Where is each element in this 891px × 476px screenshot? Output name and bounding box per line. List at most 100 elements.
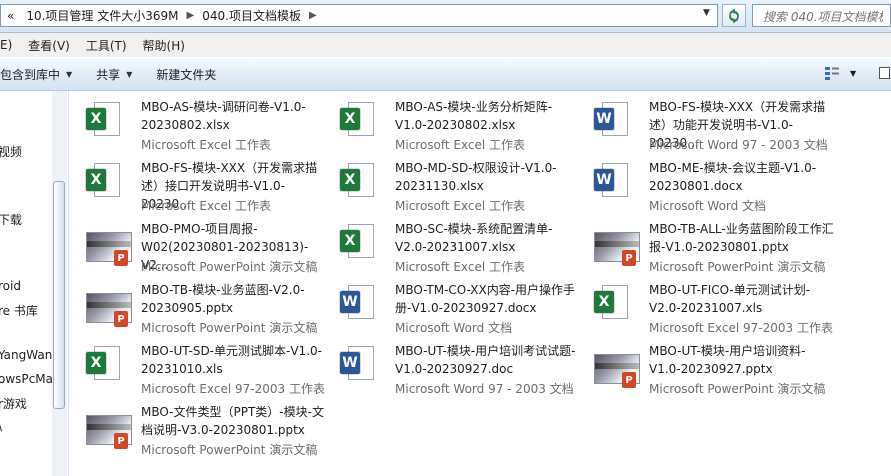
excel-badge: X — [594, 291, 614, 313]
address-bar[interactable]: « 10.项目管理 文件大小369M ▶ 040.项目文档模板 ▶ — [0, 4, 718, 27]
menu-help[interactable]: 帮助(H) — [135, 37, 193, 54]
file-name: MBO-AS-模块-业务分析矩阵-V1.0-20230802.xlsx — [395, 100, 553, 132]
nav-item[interactable]: roid — [0, 279, 21, 293]
include-in-library-label: 包含到库中 — [0, 67, 61, 82]
file-tile[interactable]: P MBO-文件类型（PPT类）-模块-文档说明-V3.0-20230801.p… — [80, 401, 330, 459]
nav-item[interactable]: 下载 — [0, 211, 22, 228]
file-type: Microsoft PowerPoint 演示文稿 — [649, 382, 826, 396]
file-tile[interactable]: X MBO-AS-模块-业务分析矩阵-V1.0-20230802.xlsx Mi… — [334, 96, 584, 154]
file-type: Microsoft Excel 工作表 — [395, 199, 526, 213]
file-tile[interactable]: W MBO-UT-模块-用户培训考试试题-V1.0-20230927.doc M… — [334, 340, 584, 398]
refresh-button[interactable] — [722, 4, 746, 27]
ppt-badge: P — [114, 250, 128, 266]
file-tile[interactable]: P MBO-PMO-项目周报-W02(20230801-20230813)-V2… — [80, 218, 330, 276]
file-type: Microsoft PowerPoint 演示文稿 — [141, 443, 318, 457]
file-type: Microsoft Excel 工作表 — [141, 138, 272, 152]
ppt-badge: P — [622, 372, 636, 388]
chevron-down-icon: ▼ — [850, 68, 857, 78]
nav-scrollbar-thumb[interactable] — [53, 181, 65, 409]
word-badge: W — [594, 108, 614, 130]
file-name: MBO-UT-模块-用户培训资料-V1.0-20230927.pptx — [649, 344, 806, 376]
file-name: MBO-AS-模块-调研问卷-V1.0-20230802.xlsx — [141, 100, 306, 132]
new-folder-button[interactable]: 新建文件夹 — [144, 66, 228, 83]
file-tile[interactable]: P MBO-TB-模块-业务蓝图-V2.0-20230905.pptx Micr… — [80, 279, 330, 337]
menu-view[interactable]: 查看(V) — [20, 37, 78, 54]
word-badge: W — [340, 291, 360, 313]
word-file-icon: W — [588, 163, 640, 209]
view-options-icon — [825, 67, 839, 80]
file-type: Microsoft Excel 97-2003 工作表 — [649, 321, 833, 335]
ppt-file-icon: P — [80, 224, 132, 270]
address-row: « 10.项目管理 文件大小369M ▶ 040.项目文档模板 ▶ ▼ — [0, 0, 891, 33]
file-tile[interactable]: W MBO-TM-CO-XX内容-用户操作手册-V1.0-20230927.do… — [334, 279, 584, 337]
include-in-library-button[interactable]: 包含到库中 ▼ — [0, 66, 84, 83]
file-type: Microsoft Word 文档 — [395, 321, 513, 335]
file-tile[interactable]: P MBO-UT-模块-用户培训资料-V1.0-20230927.pptx Mi… — [588, 340, 838, 398]
file-tile[interactable]: W MBO-ME-模块-会议主题-V1.0-20230801.docx Micr… — [588, 157, 838, 215]
word-file-icon: W — [334, 346, 386, 392]
excel-badge: X — [340, 230, 360, 252]
file-name: MBO-MD-SD-权限设计-V1.0-20231130.xlsx — [395, 161, 557, 193]
file-tile[interactable]: W MBO-FS-模块-XXX（开发需求描述）功能开发说明书-V1.0-2023… — [588, 96, 838, 154]
file-tile[interactable]: X MBO-FS-模块-XXX（开发需求描述）接口开发说明书-V1.0-2023… — [80, 157, 330, 215]
excel-file-icon: X — [334, 163, 386, 209]
file-name: MBO-UT-SD-单元测试脚本-V1.0-20231010.xls — [141, 344, 322, 376]
excel-file-icon: X — [588, 285, 640, 331]
file-type: Microsoft Excel 97-2003 工作表 — [141, 382, 325, 396]
refresh-icon — [729, 8, 739, 23]
menu-edit[interactable]: E) — [0, 38, 20, 52]
file-name: MBO-ME-模块-会议主题-V1.0-20230801.docx — [649, 161, 817, 193]
file-type: Microsoft Excel 工作表 — [395, 260, 526, 274]
nav-item[interactable]: \ — [0, 419, 2, 433]
excel-badge: X — [86, 169, 106, 191]
ppt-badge: P — [114, 433, 128, 449]
nav-item[interactable]: 视频 — [0, 143, 22, 160]
preview-pane-button[interactable] — [879, 67, 890, 79]
share-button[interactable]: 共享 ▼ — [84, 66, 144, 83]
file-name: MBO-TB-ALL-业务蓝图阶段工作汇报-V1.0-20230801.pptx — [649, 222, 834, 254]
excel-file-icon: X — [334, 224, 386, 270]
file-type: Microsoft Excel 工作表 — [141, 199, 272, 213]
nav-item[interactable]: re 书库 — [0, 302, 38, 319]
breadcrumb-separator-icon[interactable]: ▶ — [307, 10, 319, 21]
address-dropdown-icon[interactable]: ▼ — [703, 8, 710, 18]
ppt-file-icon: P — [588, 224, 640, 270]
excel-badge: X — [340, 108, 360, 130]
file-type: Microsoft PowerPoint 演示文稿 — [141, 321, 318, 335]
file-type: Microsoft PowerPoint 演示文稿 — [649, 260, 826, 274]
word-badge: W — [594, 169, 614, 191]
file-tile[interactable]: X MBO-MD-SD-权限设计-V1.0-20231130.xlsx Micr… — [334, 157, 584, 215]
file-tile[interactable]: X MBO-SC-模块-系统配置清单-V2.0-20231007.xlsx Mi… — [334, 218, 584, 276]
menu-tools[interactable]: 工具(T) — [78, 37, 135, 54]
file-tile[interactable]: X MBO-UT-FICO-单元测试计划-V2.0-20231007.xls M… — [588, 279, 838, 337]
breadcrumb-2[interactable]: 040.项目文档模板 — [196, 5, 307, 26]
ppt-file-icon: P — [80, 285, 132, 331]
file-type: Microsoft Excel 工作表 — [395, 138, 526, 152]
excel-badge: X — [340, 169, 360, 191]
file-tile[interactable]: X MBO-AS-模块-调研问卷-V1.0-20230802.xlsx Micr… — [80, 96, 330, 154]
breadcrumb-separator-icon[interactable]: ▶ — [185, 10, 197, 21]
file-name: MBO-UT-FICO-单元测试计划-V2.0-20231007.xls — [649, 283, 811, 315]
file-name: MBO-TB-模块-业务蓝图-V2.0-20230905.pptx — [141, 283, 305, 315]
nav-item[interactable]: YangWan — [0, 348, 52, 362]
search-input[interactable] — [761, 6, 885, 27]
nav-item[interactable]: owsPcMa — [0, 372, 53, 386]
search-box[interactable] — [752, 4, 891, 27]
change-view-button[interactable]: ▼ — [824, 66, 856, 80]
file-name: MBO-文件类型（PPT类）-模块-文档说明-V3.0-20230801.ppt… — [141, 405, 324, 437]
back-chevron-icon[interactable]: « — [1, 5, 20, 26]
ppt-file-icon: P — [80, 407, 132, 453]
breadcrumb-1[interactable]: 10.项目管理 文件大小369M — [20, 5, 184, 26]
excel-file-icon: X — [334, 102, 386, 148]
excel-file-icon: X — [80, 163, 132, 209]
chevron-down-icon: ▼ — [126, 69, 133, 79]
file-tile[interactable]: P MBO-TB-ALL-业务蓝图阶段工作汇报-V1.0-20230801.pp… — [588, 218, 838, 276]
file-name: MBO-UT-模块-用户培训考试试题-V1.0-20230927.doc — [395, 344, 576, 376]
excel-file-icon: X — [80, 102, 132, 148]
file-tile[interactable]: X MBO-UT-SD-单元测试脚本-V1.0-20231010.xls Mic… — [80, 340, 330, 398]
excel-file-icon: X — [80, 346, 132, 392]
ppt-badge: P — [622, 250, 636, 266]
nav-item[interactable]: r游戏 — [0, 395, 27, 412]
file-list: X MBO-AS-模块-调研问卷-V1.0-20230802.xlsx Micr… — [80, 96, 891, 476]
file-name: MBO-TM-CO-XX内容-用户操作手册-V1.0-20230927.docx — [395, 283, 576, 315]
